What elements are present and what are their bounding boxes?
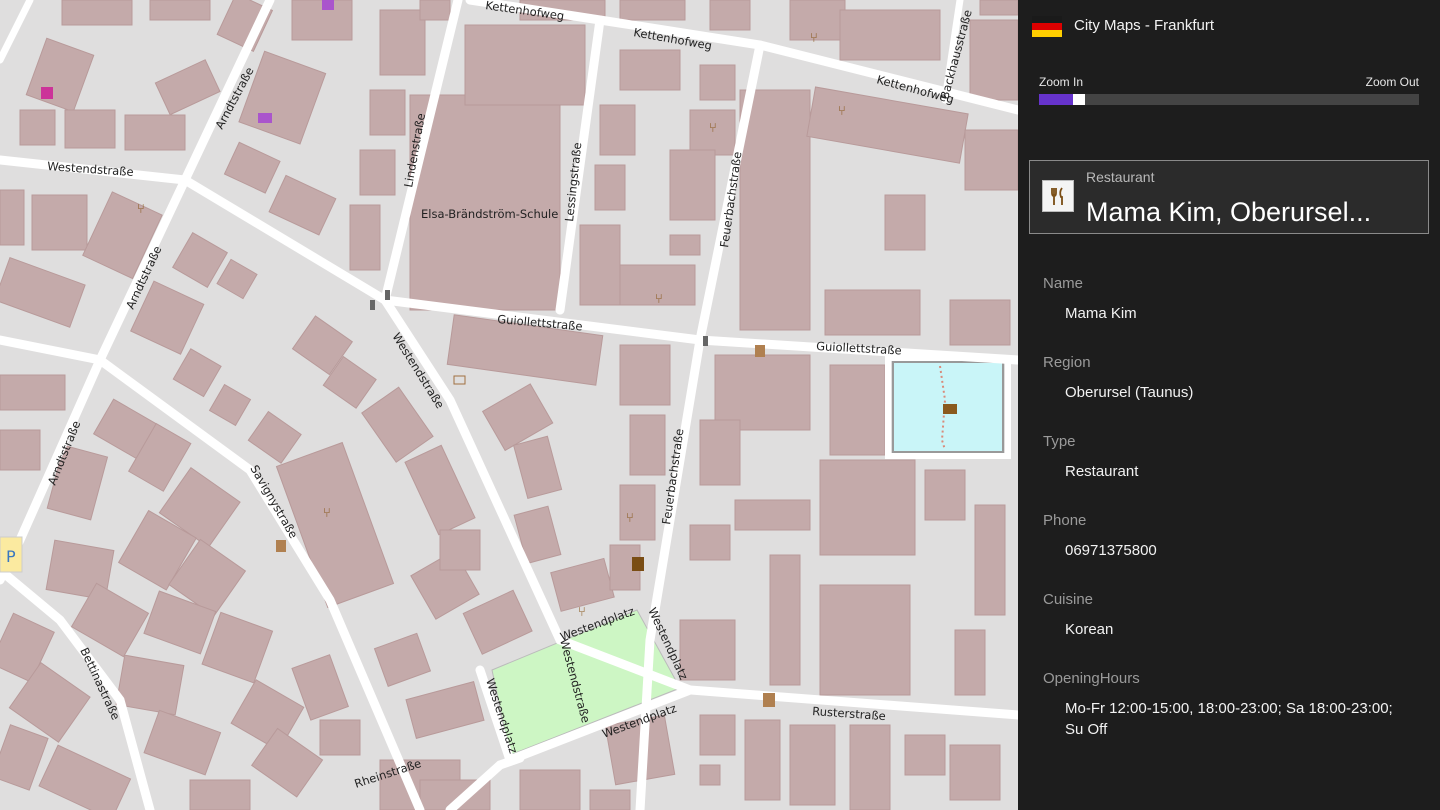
field-value: Restaurant (1065, 463, 1139, 480)
school-label: Elsa-Brändström-Schule (421, 207, 558, 221)
field-value: Korean (1065, 621, 1114, 638)
field-region: Region Oberursel (Taunus) (1043, 354, 1395, 403)
poi-name: Mama Kim, Oberursel... (1086, 197, 1372, 227)
parking-label: P (6, 547, 16, 566)
restaurant-icon: ⑂ (810, 31, 818, 46)
field-label: Region (1043, 354, 1091, 371)
zoom-out-label: Zoom Out (1365, 75, 1419, 89)
app-title: City Maps - Frankfurt (1074, 17, 1215, 34)
cafe-icon (632, 557, 644, 571)
restaurant-icon (1042, 180, 1074, 212)
field-label: Phone (1043, 512, 1087, 529)
field-value[interactable]: 06971375800 (1065, 540, 1395, 561)
svg-text:Guiollettstraße: Guiollettstraße (816, 339, 902, 357)
details-panel: City Maps - Frankfurt Zoom In Zoom Out R… (1018, 0, 1440, 810)
bollard-icon (385, 290, 390, 300)
field-phone: Phone 06971375800 (1043, 512, 1395, 561)
bollard-icon (370, 300, 375, 310)
field-value: Oberursel (Taunus) (1065, 384, 1194, 401)
field-label: OpeningHours (1043, 670, 1140, 687)
zoom-slider-fill (1039, 94, 1073, 105)
map-canvas[interactable]: Kettenhofweg Kettenhofweg Kettenhofweg B… (0, 0, 1018, 810)
shopping-cart-icon (258, 113, 272, 123)
shop-icon (763, 693, 775, 707)
svg-text:Westendstraße: Westendstraße (47, 159, 134, 179)
field-name: Name Mama Kim (1043, 275, 1395, 324)
restaurant-icon: ⑂ (626, 511, 634, 526)
field-label: Name (1043, 275, 1084, 292)
poi-card[interactable]: Restaurant Mama Kim, Oberursel... (1029, 160, 1429, 234)
restaurant-icon: ⑂ (709, 121, 717, 136)
restaurant-icon: ⑂ (838, 104, 846, 119)
field-cuisine: Cuisine Korean (1043, 591, 1395, 640)
playground-icon (943, 404, 957, 414)
field-value: Mo-Fr 12:00-15:00, 18:00-23:00; Sa 18:00… (1065, 700, 1393, 738)
flag-stripe-gold (1032, 30, 1062, 37)
svg-text:Bettinastraße: Bettinastraße (77, 645, 123, 722)
germany-flag-icon (1032, 16, 1062, 37)
shop-icon (755, 345, 765, 357)
bollard-icon (703, 336, 708, 346)
zoom-slider[interactable] (1039, 94, 1419, 105)
map-view[interactable]: Kettenhofweg Kettenhofweg Kettenhofweg B… (0, 0, 1018, 810)
zoom-in-label: Zoom In (1039, 75, 1084, 89)
poi-type: Restaurant (1086, 169, 1155, 185)
restaurant-icon: ⑂ (323, 506, 331, 521)
zoom-slider-thumb[interactable] (1073, 94, 1085, 105)
restaurant-icon: ⑂ (578, 605, 586, 620)
restaurant-icon: ⑂ (655, 292, 663, 307)
flag-stripe-red (1032, 23, 1062, 30)
field-label: Type (1043, 433, 1076, 450)
clothes-icon (322, 0, 334, 10)
field-value: Mama Kim (1065, 305, 1137, 322)
flag-stripe-black (1032, 16, 1062, 23)
field-type: Type Restaurant (1043, 433, 1395, 482)
shop-icon (276, 540, 286, 552)
mail-icon (453, 375, 466, 385)
field-opening-hours: OpeningHours Mo-Fr 12:00-15:00, 18:00-23… (1043, 670, 1395, 740)
restaurant-icon: ⑂ (137, 202, 145, 217)
field-label: Cuisine (1043, 591, 1094, 608)
pharmacy-icon (41, 87, 53, 99)
